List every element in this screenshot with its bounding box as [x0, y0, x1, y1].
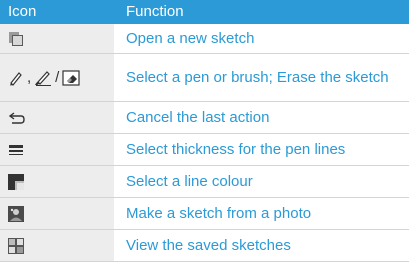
saved-sketches-icon	[8, 237, 24, 254]
table-row: Open a new sketch	[0, 24, 409, 54]
header-function-column: Function	[126, 3, 184, 20]
table-row: Select a line colour	[0, 166, 409, 198]
function-cell: Select a pen or brush; Erase the sketch	[126, 68, 389, 86]
line-colour-icon	[8, 173, 24, 190]
function-cell: View the saved sketches	[126, 236, 291, 254]
new-sketch-icon	[9, 31, 23, 46]
brush-icon	[35, 70, 52, 86]
function-cell: Make a sketch from a photo	[126, 204, 312, 222]
eraser-icon	[62, 69, 80, 86]
icon-cell	[0, 230, 114, 261]
table-row: View the saved sketches	[0, 230, 409, 262]
icon-cell	[0, 166, 114, 197]
separator-slash: /	[55, 69, 60, 86]
icon-cell	[0, 102, 114, 133]
function-cell: Select thickness for the pen lines	[126, 140, 346, 158]
pen-icon	[10, 71, 22, 86]
function-cell: Open a new sketch	[126, 29, 255, 47]
photo-sketch-icon	[8, 205, 24, 222]
icon-cell	[0, 198, 114, 229]
table-row: Make a sketch from a photo	[0, 198, 409, 230]
table-header: Icon Function	[0, 0, 409, 24]
function-cell: Select a line colour	[126, 172, 253, 190]
icon-cell	[0, 134, 114, 165]
icon-cell	[0, 24, 114, 53]
table-row: , / Select a pen or brush; Erase the ske…	[0, 54, 409, 102]
icon-function-table: Icon Function Open a new sketch , / Sele…	[0, 0, 409, 262]
line-thickness-icon	[9, 144, 23, 155]
separator-comma: ,	[27, 69, 32, 86]
table-row: Select thickness for the pen lines	[0, 134, 409, 166]
undo-arrow-icon	[8, 111, 25, 124]
icon-cell: , /	[0, 54, 114, 101]
table-row: Cancel the last action	[0, 102, 409, 134]
function-cell: Cancel the last action	[126, 108, 270, 126]
header-icon-column: Icon	[8, 3, 37, 20]
